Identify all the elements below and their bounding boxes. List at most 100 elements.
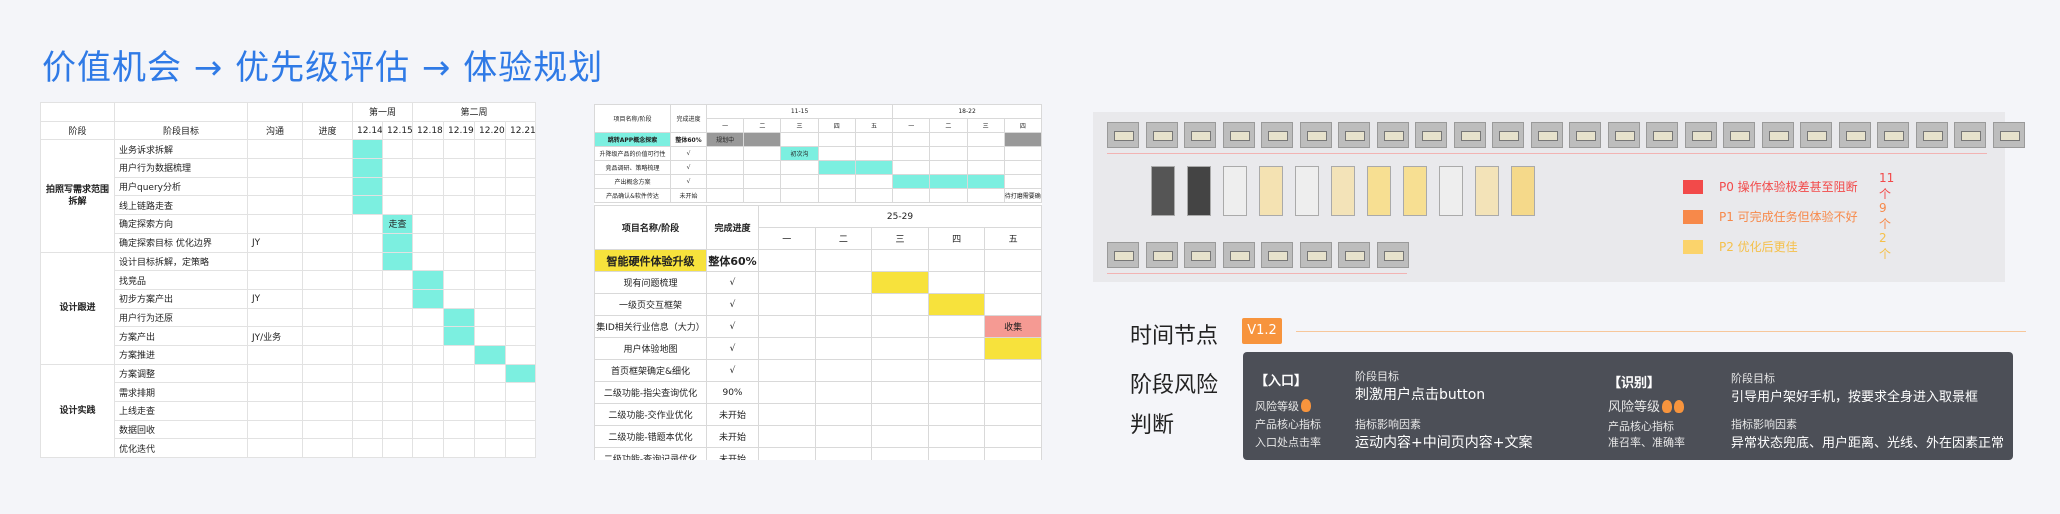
phone-screen-thumbnail [1403, 166, 1427, 216]
screen-thumbnail [1261, 242, 1293, 268]
page-title: 价值机会 → 优先级评估 → 体验规划 [42, 48, 604, 88]
day-cell [966, 132, 1005, 147]
day-cell [705, 160, 745, 175]
date-cell [505, 438, 537, 459]
task-progress: √ [706, 337, 759, 360]
day-header: 五 [854, 118, 894, 133]
comm-cell [247, 139, 303, 160]
comm-cell [247, 195, 303, 216]
date-cell [443, 232, 476, 253]
comm-cell: JY/业务 [247, 326, 303, 346]
date-cell [505, 401, 537, 421]
date-cell [352, 214, 383, 234]
risk-label: 阶段风险 判断 [1130, 366, 1218, 446]
divider [1107, 153, 1987, 154]
mini-week1: 11-15 [705, 104, 894, 119]
screen-thumbnail [1646, 122, 1678, 148]
day-cell: 待打磨需要确认 [1003, 188, 1042, 203]
phone-screen-thumbnail [1187, 166, 1211, 216]
table-row: 升降级产品的价值可行性 √ 初次沟 [594, 146, 1042, 161]
date-cell [381, 251, 414, 272]
task-progress: 未开始 [706, 403, 759, 426]
date-cell [443, 344, 476, 365]
phone-screen-thumbnail [1295, 166, 1319, 216]
risk-level: 风险等级 [1608, 396, 1685, 415]
factor-key: 指标影响因素 [1355, 418, 1421, 431]
version-badge[interactable]: V1.2 [1242, 318, 1282, 344]
flame-icon [1662, 400, 1673, 413]
comm-cell [247, 270, 303, 290]
date-cell [352, 326, 383, 346]
table-row: 跳转APP概念探索 整体60% 规划中 [594, 132, 1042, 147]
date-cell [505, 195, 537, 216]
date-cell [443, 401, 476, 421]
table-row: 线上链路走查 [41, 195, 537, 216]
day-header: 一 [758, 227, 816, 250]
task-name: 二级功能-交作业优化 [594, 403, 707, 426]
column-header: 进度 [302, 120, 353, 141]
phone-screen-thumbnail [1367, 166, 1391, 216]
task-progress: √ [670, 146, 707, 161]
day-cell [966, 146, 1005, 161]
day-cell: 规划中 [705, 132, 745, 147]
goal-key: 阶段目标 [1355, 370, 1399, 383]
date-cell [352, 195, 383, 216]
day-cell [814, 293, 873, 316]
task-progress: 整体60% [670, 132, 707, 147]
comm-cell [247, 419, 303, 440]
date-cell [443, 363, 476, 384]
screen-thumbnail [1915, 122, 1948, 148]
main-week: 25-29 [758, 205, 1042, 228]
legend-p2: P2 优化后更佳 2个 [1683, 231, 1891, 261]
screen-thumbnail [1222, 242, 1255, 268]
day-cell [927, 315, 986, 338]
date-cell [505, 139, 537, 160]
goal-cell: 数据回收 [114, 419, 248, 440]
day-cell [814, 249, 873, 272]
day-cell [966, 160, 1005, 175]
date-cell [381, 326, 414, 346]
day-cell [871, 337, 929, 360]
column-header: 12.19 [443, 120, 476, 141]
day-header: 二 [743, 118, 782, 133]
day-cell [892, 146, 931, 161]
date-cell [381, 158, 414, 178]
screen-thumbnail [1800, 122, 1832, 148]
card-heading: 【入口】 [1255, 374, 1308, 389]
comm-cell [247, 382, 303, 402]
day-cell [758, 337, 816, 360]
day-cell [758, 381, 816, 404]
date-cell [474, 232, 507, 253]
task-progress: √ [706, 315, 759, 338]
day-header: 五 [984, 227, 1042, 250]
screen-thumbnail [1761, 122, 1794, 148]
day-cell [854, 132, 894, 147]
day-header: 一 [892, 118, 931, 133]
date-cell [352, 251, 383, 272]
progress-cell [302, 270, 353, 290]
progress-cell [302, 158, 353, 178]
phone-screen-thumbnail [1511, 166, 1535, 216]
day-header: 四 [1003, 118, 1042, 133]
progress-cell [302, 195, 353, 216]
risk-card-recognition[interactable]: 【识别】 风险等级 产品核心指标 准召率、准确率 阶段目标 引导用户架好手机，按… [1588, 352, 2013, 460]
phone-screen-thumbnail [1331, 166, 1355, 216]
day-cell [984, 425, 1042, 448]
day-cell [758, 293, 816, 316]
progress-cell [302, 176, 353, 197]
day-header: 四 [927, 227, 986, 250]
date-cell [474, 195, 507, 216]
phone-screen-thumbnail [1223, 166, 1247, 216]
date-cell [352, 419, 383, 440]
date-cell [443, 158, 476, 178]
risk-label-line1: 阶段风险 [1130, 373, 1219, 398]
column-header: 12.21 [505, 120, 537, 141]
date-cell [352, 401, 383, 421]
day-cell [892, 160, 931, 175]
date-cell [474, 326, 507, 346]
progress-cell [302, 214, 353, 234]
goal-cell: 用户行为数据梳理 [114, 158, 248, 178]
legend-p0: P0 操作体验极差甚至阻断 11个 [1683, 171, 1894, 201]
goal-key: 阶段目标 [1731, 372, 1775, 385]
week2-header: 第二周 [412, 102, 537, 122]
